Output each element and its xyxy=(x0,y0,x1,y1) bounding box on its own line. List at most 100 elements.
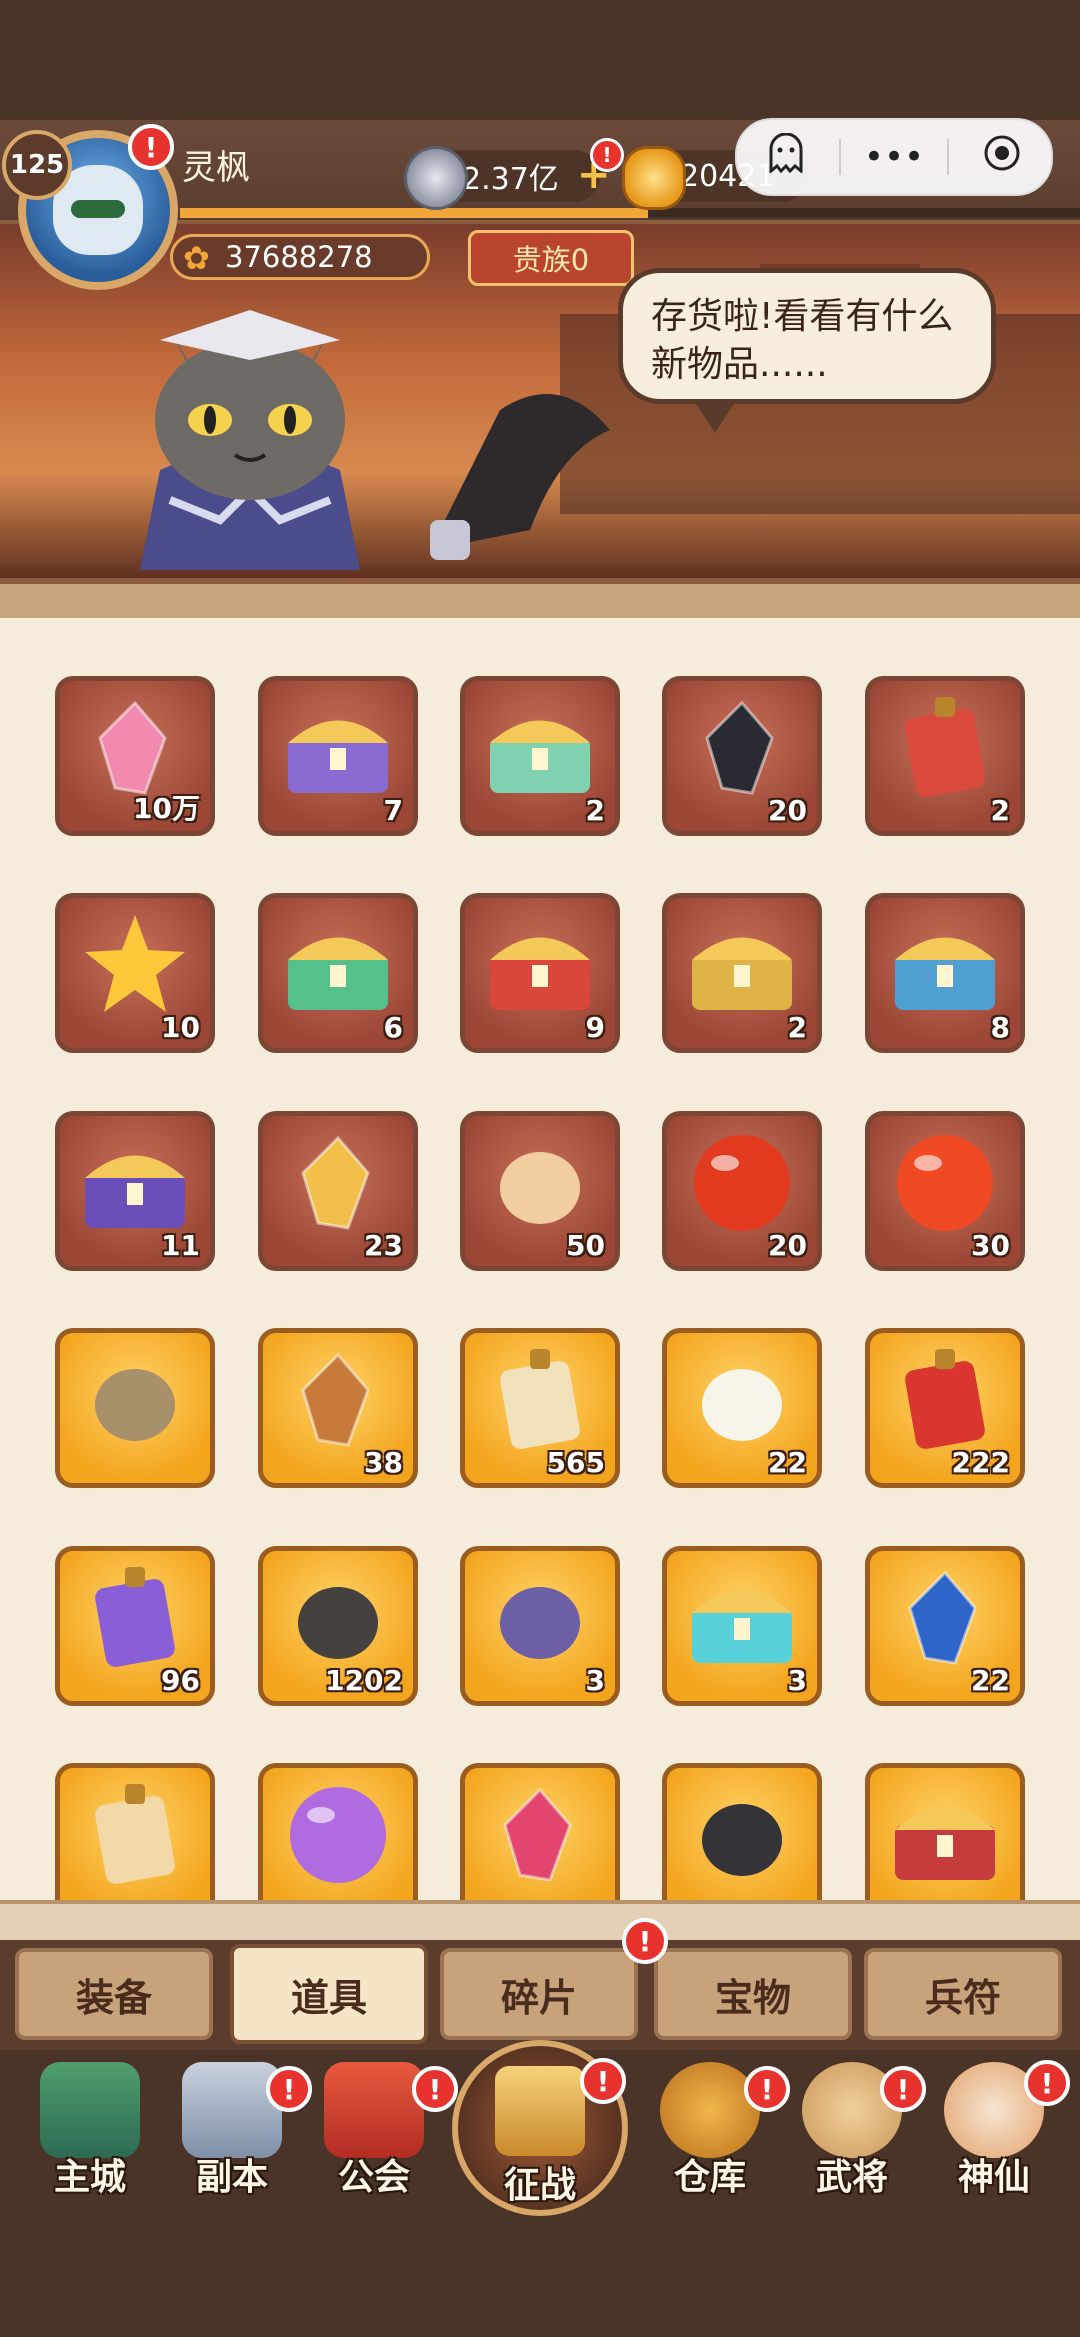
rainbow-chest-icon xyxy=(480,698,600,802)
lotus-icon xyxy=(692,1350,792,1454)
iron-ore-icon xyxy=(288,1568,388,1672)
castle-icon xyxy=(40,2062,140,2158)
item-count: 2 xyxy=(585,794,605,827)
red-chest-icon xyxy=(480,915,600,1019)
inventory-item[interactable]: 9 xyxy=(460,893,620,1053)
inventory-item[interactable]: 38 xyxy=(258,1328,418,1488)
tab-fragments[interactable]: 碎片 xyxy=(440,1948,638,2040)
silver-currency[interactable]: 2.37亿 xyxy=(404,146,600,210)
inventory-item[interactable]: 20 xyxy=(662,676,822,836)
inventory-item[interactable]: 11 xyxy=(55,1111,215,1271)
item-count: 2 xyxy=(990,794,1010,827)
ruby-icon xyxy=(490,1785,590,1889)
item-count: 10 xyxy=(161,1011,200,1044)
paw-points-value: 37688278 xyxy=(225,240,373,274)
inventory-item[interactable]: 2 xyxy=(460,676,620,836)
item-count: 2 xyxy=(787,1011,807,1044)
inventory-item[interactable]: 30 xyxy=(865,1111,1025,1271)
moon-icon xyxy=(283,1780,393,1894)
red-token-icon xyxy=(895,1345,995,1459)
silver-bag-icon xyxy=(490,1568,590,1672)
black-crystal-icon xyxy=(692,698,792,802)
tab-items[interactable]: 道具 xyxy=(230,1944,428,2044)
item-count: 7 xyxy=(383,794,403,827)
inventory-item[interactable] xyxy=(258,1763,418,1908)
treasure-bag-icon xyxy=(660,2062,760,2158)
red-orb-icon xyxy=(890,1128,1000,1242)
record-icon[interactable] xyxy=(957,133,1047,182)
inventory-item[interactable]: 96 xyxy=(55,1546,215,1706)
whip-icon xyxy=(692,1785,792,1889)
mystery-coin-icon xyxy=(895,693,995,807)
item-count: 96 xyxy=(161,1664,200,1697)
inventory-item[interactable]: 10 xyxy=(55,893,215,1053)
inventory-item[interactable] xyxy=(662,1763,822,1908)
more-menu-button[interactable]: ••• xyxy=(849,137,939,177)
inventory-item[interactable]: 8 xyxy=(865,893,1025,1053)
guild-flag-icon xyxy=(324,2062,424,2158)
nav-guild-label: 公会 xyxy=(337,2157,410,2198)
fire-orb-icon xyxy=(687,1128,797,1242)
nav-dungeon-label: 副本 xyxy=(195,2157,268,2198)
inventory-item[interactable]: 2 xyxy=(865,676,1025,836)
crimson-chest-icon xyxy=(885,1785,1005,1889)
sword-icon xyxy=(182,2062,282,2158)
tab-treasures[interactable]: 宝物 xyxy=(654,1948,852,2040)
inventory-item[interactable]: 50 xyxy=(460,1111,620,1271)
gold-ingot-icon xyxy=(622,146,686,210)
nav-warehouse-label: 仓库 xyxy=(673,2157,746,2198)
item-count: 9 xyxy=(585,1011,605,1044)
inventory-item[interactable]: 6 xyxy=(258,893,418,1053)
inventory-item[interactable]: 2 xyxy=(662,893,822,1053)
item-count: 6 xyxy=(383,1011,403,1044)
paw-icon: ✿ xyxy=(183,239,210,277)
inventory-item[interactable]: 22 xyxy=(865,1546,1025,1706)
rune-stone-icon xyxy=(288,1350,388,1454)
item-count: 20 xyxy=(768,1229,807,1262)
ghost-icon[interactable] xyxy=(741,132,831,182)
item-count: 1202 xyxy=(325,1664,403,1697)
nav-generals-label: 武将 xyxy=(815,2157,888,2198)
inventory-item[interactable]: 20 xyxy=(662,1111,822,1271)
item-count: 11 xyxy=(161,1229,200,1262)
campaign-icon xyxy=(495,2066,585,2156)
tab-tallies[interactable]: 兵符 xyxy=(864,1948,1062,2040)
tab-equipment[interactable]: 装备 xyxy=(15,1948,213,2040)
inventory-item[interactable] xyxy=(55,1328,215,1488)
exp-bar-fill xyxy=(180,208,648,218)
inventory-item[interactable]: 10万 xyxy=(55,676,215,836)
item-count: 50 xyxy=(566,1229,605,1262)
mini-program-capsule: ••• xyxy=(735,118,1053,196)
inventory-item[interactable] xyxy=(460,1763,620,1908)
fragments-alert-icon: ! xyxy=(622,1918,668,1964)
inventory-item[interactable]: 22 xyxy=(662,1328,822,1488)
noble-badge[interactable]: 贵族0 xyxy=(468,230,634,286)
inventory-item[interactable]: 222 xyxy=(865,1328,1025,1488)
inventory-item[interactable] xyxy=(865,1763,1025,1908)
silver-amount: 2.37亿 xyxy=(462,162,559,197)
inventory-item[interactable]: 565 xyxy=(460,1328,620,1488)
pearl-box-icon xyxy=(682,1568,802,1672)
merchant-speech-bubble: 存货啦!看看有什么新物品...... xyxy=(618,268,996,433)
chameleon-statue-icon xyxy=(85,1350,185,1454)
inventory-item[interactable]: 3 xyxy=(460,1546,620,1706)
treasure-chest-icon xyxy=(682,915,802,1019)
blue-gem-icon xyxy=(895,1568,995,1672)
exp-bar xyxy=(180,208,1080,218)
nav-main-city[interactable]: 主城 xyxy=(20,2062,160,2212)
capsule-divider xyxy=(839,139,841,175)
inventory-item[interactable] xyxy=(55,1763,215,1908)
guild-alert-icon: ! xyxy=(412,2066,458,2112)
scroll-icon xyxy=(490,1345,590,1459)
item-count: 10万 xyxy=(133,792,200,825)
item-count: 38 xyxy=(364,1446,403,1479)
inventory-item[interactable]: 1202 xyxy=(258,1546,418,1706)
banner-divider xyxy=(0,578,1080,618)
inventory-item[interactable]: 7 xyxy=(258,676,418,836)
green-chest-icon xyxy=(278,915,398,1019)
generals-alert-icon: ! xyxy=(880,2066,926,2112)
nav-immortals-label: 神仙 xyxy=(957,2157,1030,2198)
inventory-item[interactable]: 23 xyxy=(258,1111,418,1271)
item-count: 3 xyxy=(585,1664,605,1697)
inventory-item[interactable]: 3 xyxy=(662,1546,822,1706)
